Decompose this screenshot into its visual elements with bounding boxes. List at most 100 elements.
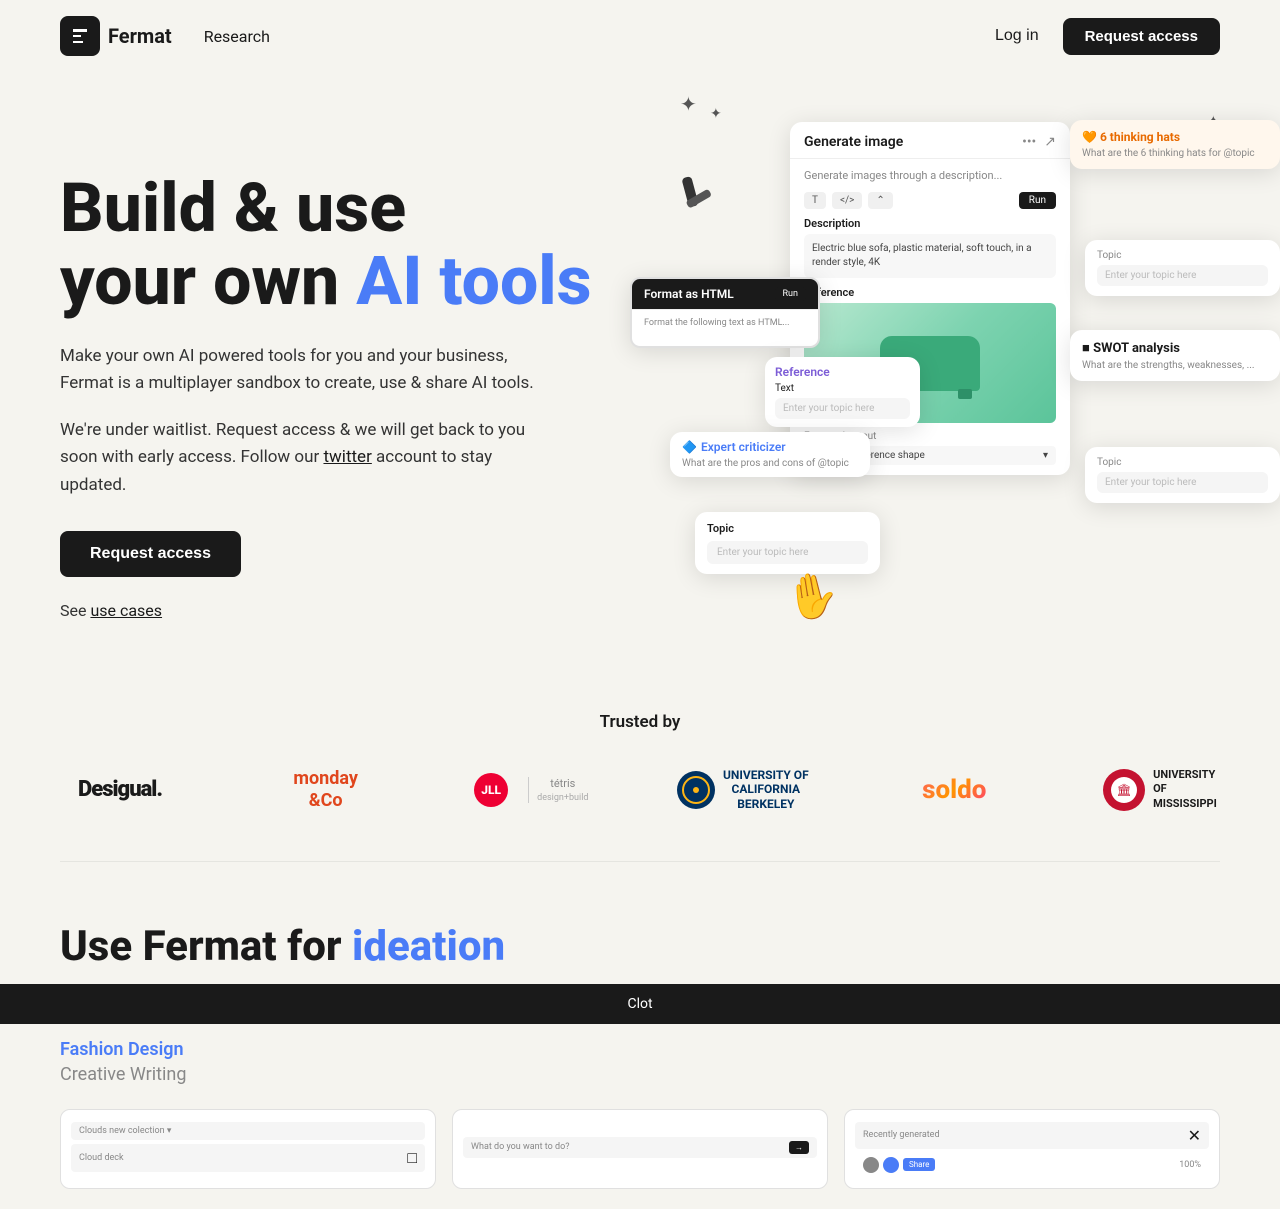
expected-output-label: Expected output (804, 431, 1056, 442)
format-card-subtitle: Format the following text as HTML... (644, 318, 806, 328)
header-request-access-button[interactable]: Request access (1063, 18, 1220, 55)
ui-cards: ✦ ✦ ✦ ✦ Generate image ••• ↗ (620, 92, 1280, 652)
card-toolbar: T </> ⌃ Run (804, 192, 1056, 209)
reference-text-card: Reference Text Enter your topic here (765, 357, 920, 427)
tool-btn-code[interactable]: </> (832, 192, 862, 209)
logo-icon (60, 16, 100, 56)
brand-soldo: soldo (894, 775, 1014, 805)
share-button[interactable]: Share (903, 1158, 935, 1171)
see-label: See (60, 601, 90, 620)
login-button[interactable]: Log in (995, 27, 1039, 45)
logos-row: Desigual. monday&Co JLL tétrisdesign+bui… (60, 768, 1220, 811)
nav-research[interactable]: Research (204, 27, 270, 46)
ref-text-input[interactable]: Enter your topic here (775, 398, 910, 419)
hero-title-line2-plain: your own (60, 241, 356, 321)
ms-logo-icon: 🏛 (1116, 783, 1131, 797)
run-button[interactable]: Run (1019, 192, 1056, 209)
twitter-link[interactable]: twitter (323, 447, 371, 467)
tetris-text: tétrisdesign+build (528, 777, 588, 803)
user-avatar-2 (883, 1157, 899, 1173)
expand-icon: □ (407, 1148, 417, 1168)
category-creative-writing[interactable]: Creative Writing (60, 1064, 1220, 1085)
expert-icon: 🔷 (682, 440, 697, 454)
card-menu-dots[interactable]: ••• (1022, 134, 1036, 150)
close-icon[interactable]: ✕ (1188, 1126, 1201, 1145)
tool-btn-T[interactable]: T (804, 192, 826, 209)
screenshot-btn[interactable]: → (789, 1141, 809, 1154)
swot-title: ■ SWOT analysis (1082, 340, 1268, 356)
ref-text-label: Text (775, 383, 910, 394)
card-body: Generate images through a description...… (790, 159, 1070, 475)
screenshot-3: Recently generated ✕ Share 100% (844, 1109, 1220, 1189)
ms-text: UNIVERSITYOFMISSISSIPPI (1153, 768, 1217, 811)
mississippi-group: 🏛 UNIVERSITYOFMISSISSIPPI (1103, 768, 1217, 811)
trusted-section: Trusted by Desigual. monday&Co JLL tétri… (0, 672, 1280, 861)
format-run-btn[interactable]: Run (775, 287, 806, 301)
screenshot-row-2: Cloud deck □ (71, 1144, 425, 1172)
topic3-input[interactable]: Enter your topic here (1097, 472, 1268, 493)
reference-label: Reference (804, 286, 1056, 299)
card-link-icon[interactable]: ↗ (1044, 134, 1056, 150)
reference-image (804, 303, 1056, 423)
swot-icon: ■ (1082, 341, 1093, 356)
berkeley-group: UNIVERSITY OFCALIFORNIABERKELEY (677, 768, 809, 811)
deco-tool-icon (668, 166, 735, 240)
hero-request-access-button[interactable]: Request access (60, 531, 241, 577)
expert-label-text: Expert criticizer (701, 440, 786, 454)
screenshot-row-4: Recently generated ✕ (855, 1122, 1209, 1149)
expert-text: What are the pros and cons of @topic (682, 458, 858, 469)
deco-star-4: ✦ (1233, 128, 1250, 152)
use-categories: Fashion Design Creative Writing (60, 1039, 1220, 1085)
bottom-bar-text: Clot (627, 996, 652, 1012)
monday-text: monday&Co (293, 768, 358, 811)
swot-subtitle: What are the strengths, weaknesses, ... (1082, 360, 1268, 371)
jll-icon: JLL (474, 773, 508, 807)
category-fashion-design[interactable]: Fashion Design (60, 1039, 1220, 1060)
deco-star-3: ✦ (1207, 112, 1220, 131)
header-right: Log in Request access (995, 18, 1220, 55)
chevron-down-icon[interactable]: ▾ (1043, 450, 1048, 461)
thinking-hats-card: 🧡 6 thinking hats What are the 6 thinkin… (1070, 120, 1280, 169)
use-fermat-section: Use Fermat for ideation Fermat integrate… (0, 862, 1280, 1209)
format-card-header: Format as HTML Run (632, 279, 818, 310)
topic3-label: Topic (1097, 457, 1268, 468)
topic-card-3: Topic Enter your topic here (1085, 447, 1280, 503)
screenshot-label-4: Recently generated (863, 1130, 940, 1140)
bottom-bar: Clot (0, 984, 1280, 1024)
desigual-text: Desigual. (78, 777, 162, 802)
thinking-hats-title: 🧡 6 thinking hats (1082, 130, 1268, 144)
hero-title-line1: Build & use (60, 168, 406, 248)
logo[interactable]: Fermat (60, 16, 172, 56)
see-use-cases-text: See use cases (60, 601, 640, 620)
tool-btn-expand[interactable]: ⌃ (868, 192, 892, 209)
use-screenshots: Clouds new colection ▾ Cloud deck □ What… (60, 1109, 1220, 1189)
ref-header: Reference (775, 365, 910, 379)
trusted-label: Trusted by (60, 712, 1220, 732)
deco-hand-icon: ✋ (781, 566, 844, 627)
topic-card-2: Topic Enter your topic here (1085, 240, 1280, 296)
use-cases-link[interactable]: use cases (90, 601, 162, 620)
topic2-input[interactable]: Enter your topic here (1097, 265, 1268, 286)
card-actions: ••• ↗ (1022, 134, 1056, 150)
screenshot-1: Clouds new colection ▾ Cloud deck □ (60, 1109, 436, 1189)
deco-star-1: ✦ (680, 92, 697, 116)
topic-input[interactable]: Enter your topic here (707, 541, 868, 564)
thinking-hats-text: 6 thinking hats (1100, 130, 1180, 144)
hat-number: 🧡 (1082, 130, 1100, 144)
sofa-illustration (880, 336, 980, 391)
screenshot-row-3: What do you want to do? → (463, 1137, 817, 1158)
format-card-title: Format as HTML (644, 287, 734, 301)
card-subtitle: Generate images through a description... (804, 169, 1056, 182)
hero-title: Build & use your own AI tools (60, 172, 640, 319)
berkeley-seal-inner (682, 776, 710, 804)
screenshot-label-1: Clouds new colection ▾ (79, 1126, 171, 1136)
ms-logo-inner: 🏛 (1111, 777, 1137, 803)
topic2-label: Topic (1097, 250, 1268, 261)
deco-star-2: ✦ (710, 106, 722, 122)
expected-output-value: Preserve reference shape ▾ (804, 446, 1056, 465)
screenshot-inner-1: Clouds new colection ▾ Cloud deck □ (61, 1114, 435, 1184)
jll-group: JLL tétrisdesign+build (474, 773, 588, 807)
hero-illustration: ✦ ✦ ✦ ✦ Generate image ••• ↗ (620, 92, 1280, 652)
screenshot-inner-3: Recently generated ✕ Share 100% (845, 1114, 1219, 1185)
brand-mississippi: 🏛 UNIVERSITYOFMISSISSIPPI (1100, 768, 1220, 811)
